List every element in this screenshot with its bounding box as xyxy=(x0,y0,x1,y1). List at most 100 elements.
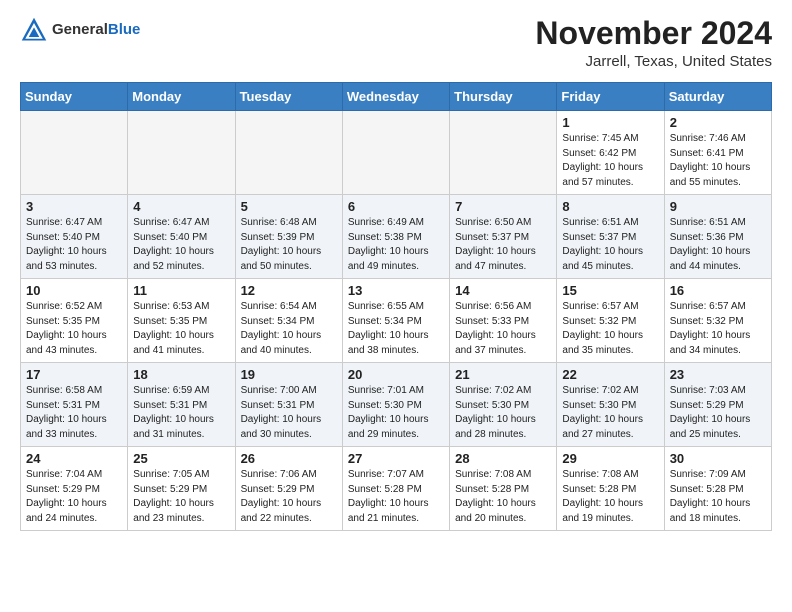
day-number: 23 xyxy=(670,367,766,382)
day-cell: 17 Sunrise: 6:58 AM Sunset: 5:31 PM Dayli… xyxy=(21,363,128,447)
day-cell: 7Sunrise: 6:50 AM Sunset: 5:37 PM Daylig… xyxy=(450,195,557,279)
title-block: November 2024 Jarrell, Texas, United Sta… xyxy=(535,16,772,70)
day-cell: 2Sunrise: 7:46 AM Sunset: 6:41 PM Daylig… xyxy=(664,111,771,195)
day-number: 12 xyxy=(241,283,337,298)
logo: GeneralBlue xyxy=(20,16,140,44)
day-number: 19 xyxy=(241,367,337,382)
day-number: 28 xyxy=(455,451,551,466)
day-cell: 5Sunrise: 6:48 AM Sunset: 5:39 PM Daylig… xyxy=(235,195,342,279)
location: Jarrell, Texas, United States xyxy=(535,53,772,70)
day-cell: 29 Sunrise: 7:08 AM Sunset: 5:28 PM Dayli… xyxy=(557,447,664,531)
day-number: 21 xyxy=(455,367,551,382)
day-info: Sunrise: 7:02 AM Sunset: 5:30 PM Dayligh… xyxy=(455,384,551,442)
logo-icon xyxy=(20,16,48,44)
day-cell: 18Sunrise: 6:59 AM Sunset: 5:31 PM Dayli… xyxy=(128,363,235,447)
day-info: Sunrise: 6:52 AM Sunset: 5:35 PM Dayligh… xyxy=(26,300,122,358)
day-number: 24 xyxy=(26,451,122,466)
day-number: 20 xyxy=(348,367,444,382)
day-cell: 1Sunrise: 7:45 AM Sunset: 6:42 PM Daylig… xyxy=(557,111,664,195)
day-info: Sunrise: 6:56 AM Sunset: 5:33 PM Dayligh… xyxy=(455,300,551,358)
day-number: 17 xyxy=(26,367,122,382)
day-info: Sunrise: 6:53 AM Sunset: 5:35 PM Dayligh… xyxy=(133,300,229,358)
header-row: SundayMondayTuesdayWednesdayThursdayFrid… xyxy=(21,83,772,111)
day-number: 30 xyxy=(670,451,766,466)
day-number: 15 xyxy=(562,283,658,298)
day-info: Sunrise: 6:58 AM Sunset: 5:31 PM Dayligh… xyxy=(26,384,122,442)
day-info: Sunrise: 7:03 AM Sunset: 5:29 PM Dayligh… xyxy=(670,384,766,442)
week-row-1: 1Sunrise: 7:45 AM Sunset: 6:42 PM Daylig… xyxy=(21,111,772,195)
day-number: 18 xyxy=(133,367,229,382)
day-number: 16 xyxy=(670,283,766,298)
week-row-4: 17 Sunrise: 6:58 AM Sunset: 5:31 PM Dayli… xyxy=(21,363,772,447)
day-cell: 21 Sunrise: 7:02 AM Sunset: 5:30 PM Dayli… xyxy=(450,363,557,447)
day-cell: 4Sunrise: 6:47 AM Sunset: 5:40 PM Daylig… xyxy=(128,195,235,279)
day-cell: 30 Sunrise: 7:09 AM Sunset: 5:28 PM Dayli… xyxy=(664,447,771,531)
day-number: 10 xyxy=(26,283,122,298)
day-info: Sunrise: 7:01 AM Sunset: 5:30 PM Dayligh… xyxy=(348,384,444,442)
col-header-monday: Monday xyxy=(128,83,235,111)
day-cell xyxy=(450,111,557,195)
day-cell xyxy=(235,111,342,195)
day-info: Sunrise: 6:51 AM Sunset: 5:36 PM Dayligh… xyxy=(670,216,766,274)
day-info: Sunrise: 7:09 AM Sunset: 5:28 PM Dayligh… xyxy=(670,468,766,526)
day-cell: 8 Sunrise: 6:51 AM Sunset: 5:37 PM Daylig… xyxy=(557,195,664,279)
day-info: Sunrise: 6:47 AM Sunset: 5:40 PM Dayligh… xyxy=(26,216,122,274)
day-number: 2 xyxy=(670,115,766,130)
day-number: 27 xyxy=(348,451,444,466)
day-number: 13 xyxy=(348,283,444,298)
day-info: Sunrise: 7:02 AM Sunset: 5:30 PM Dayligh… xyxy=(562,384,658,442)
week-row-3: 10 Sunrise: 6:52 AM Sunset: 5:35 PM Dayli… xyxy=(21,279,772,363)
col-header-thursday: Thursday xyxy=(450,83,557,111)
day-cell: 23 Sunrise: 7:03 AM Sunset: 5:29 PM Dayli… xyxy=(664,363,771,447)
day-cell: 12Sunrise: 6:54 AM Sunset: 5:34 PM Dayli… xyxy=(235,279,342,363)
day-info: Sunrise: 7:07 AM Sunset: 5:28 PM Dayligh… xyxy=(348,468,444,526)
day-cell: 14Sunrise: 6:56 AM Sunset: 5:33 PM Dayli… xyxy=(450,279,557,363)
day-cell: 25 Sunrise: 7:05 AM Sunset: 5:29 PM Dayli… xyxy=(128,447,235,531)
day-info: Sunrise: 6:51 AM Sunset: 5:37 PM Dayligh… xyxy=(562,216,658,274)
day-info: Sunrise: 7:05 AM Sunset: 5:29 PM Dayligh… xyxy=(133,468,229,526)
col-header-wednesday: Wednesday xyxy=(342,83,449,111)
day-cell: 16 Sunrise: 6:57 AM Sunset: 5:32 PM Dayli… xyxy=(664,279,771,363)
day-number: 6 xyxy=(348,199,444,214)
day-number: 5 xyxy=(241,199,337,214)
day-info: Sunrise: 7:04 AM Sunset: 5:29 PM Dayligh… xyxy=(26,468,122,526)
day-number: 26 xyxy=(241,451,337,466)
day-cell: 15Sunrise: 6:57 AM Sunset: 5:32 PM Dayli… xyxy=(557,279,664,363)
week-row-5: 24 Sunrise: 7:04 AM Sunset: 5:29 PM Dayli… xyxy=(21,447,772,531)
day-info: Sunrise: 6:47 AM Sunset: 5:40 PM Dayligh… xyxy=(133,216,229,274)
logo-general: General xyxy=(52,21,108,38)
day-info: Sunrise: 7:06 AM Sunset: 5:29 PM Dayligh… xyxy=(241,468,337,526)
month-title: November 2024 xyxy=(535,16,772,51)
day-info: Sunrise: 7:08 AM Sunset: 5:28 PM Dayligh… xyxy=(455,468,551,526)
day-number: 8 xyxy=(562,199,658,214)
day-number: 29 xyxy=(562,451,658,466)
calendar-page: GeneralBlue November 2024 Jarrell, Texas… xyxy=(0,0,792,547)
day-cell: 24 Sunrise: 7:04 AM Sunset: 5:29 PM Dayli… xyxy=(21,447,128,531)
day-info: Sunrise: 6:50 AM Sunset: 5:37 PM Dayligh… xyxy=(455,216,551,274)
day-info: Sunrise: 7:00 AM Sunset: 5:31 PM Dayligh… xyxy=(241,384,337,442)
col-header-sunday: Sunday xyxy=(21,83,128,111)
day-cell: 11 Sunrise: 6:53 AM Sunset: 5:35 PM Dayli… xyxy=(128,279,235,363)
day-cell: 19 Sunrise: 7:00 AM Sunset: 5:31 PM Dayli… xyxy=(235,363,342,447)
col-header-saturday: Saturday xyxy=(664,83,771,111)
day-cell: 26 Sunrise: 7:06 AM Sunset: 5:29 PM Dayli… xyxy=(235,447,342,531)
col-header-tuesday: Tuesday xyxy=(235,83,342,111)
col-header-friday: Friday xyxy=(557,83,664,111)
day-cell: 13Sunrise: 6:55 AM Sunset: 5:34 PM Dayli… xyxy=(342,279,449,363)
day-info: Sunrise: 6:57 AM Sunset: 5:32 PM Dayligh… xyxy=(670,300,766,358)
day-cell: 10 Sunrise: 6:52 AM Sunset: 5:35 PM Dayli… xyxy=(21,279,128,363)
day-number: 25 xyxy=(133,451,229,466)
day-number: 9 xyxy=(670,199,766,214)
day-cell: 27 Sunrise: 7:07 AM Sunset: 5:28 PM Dayli… xyxy=(342,447,449,531)
day-cell: 28 Sunrise: 7:08 AM Sunset: 5:28 PM Dayli… xyxy=(450,447,557,531)
day-cell: 22Sunrise: 7:02 AM Sunset: 5:30 PM Dayli… xyxy=(557,363,664,447)
day-number: 11 xyxy=(133,283,229,298)
day-info: Sunrise: 7:08 AM Sunset: 5:28 PM Dayligh… xyxy=(562,468,658,526)
week-row-2: 3Sunrise: 6:47 AM Sunset: 5:40 PM Daylig… xyxy=(21,195,772,279)
logo-blue: Blue xyxy=(108,21,141,38)
header: GeneralBlue November 2024 Jarrell, Texas… xyxy=(20,16,772,70)
day-cell: 6Sunrise: 6:49 AM Sunset: 5:38 PM Daylig… xyxy=(342,195,449,279)
day-cell xyxy=(21,111,128,195)
day-cell xyxy=(342,111,449,195)
day-number: 1 xyxy=(562,115,658,130)
